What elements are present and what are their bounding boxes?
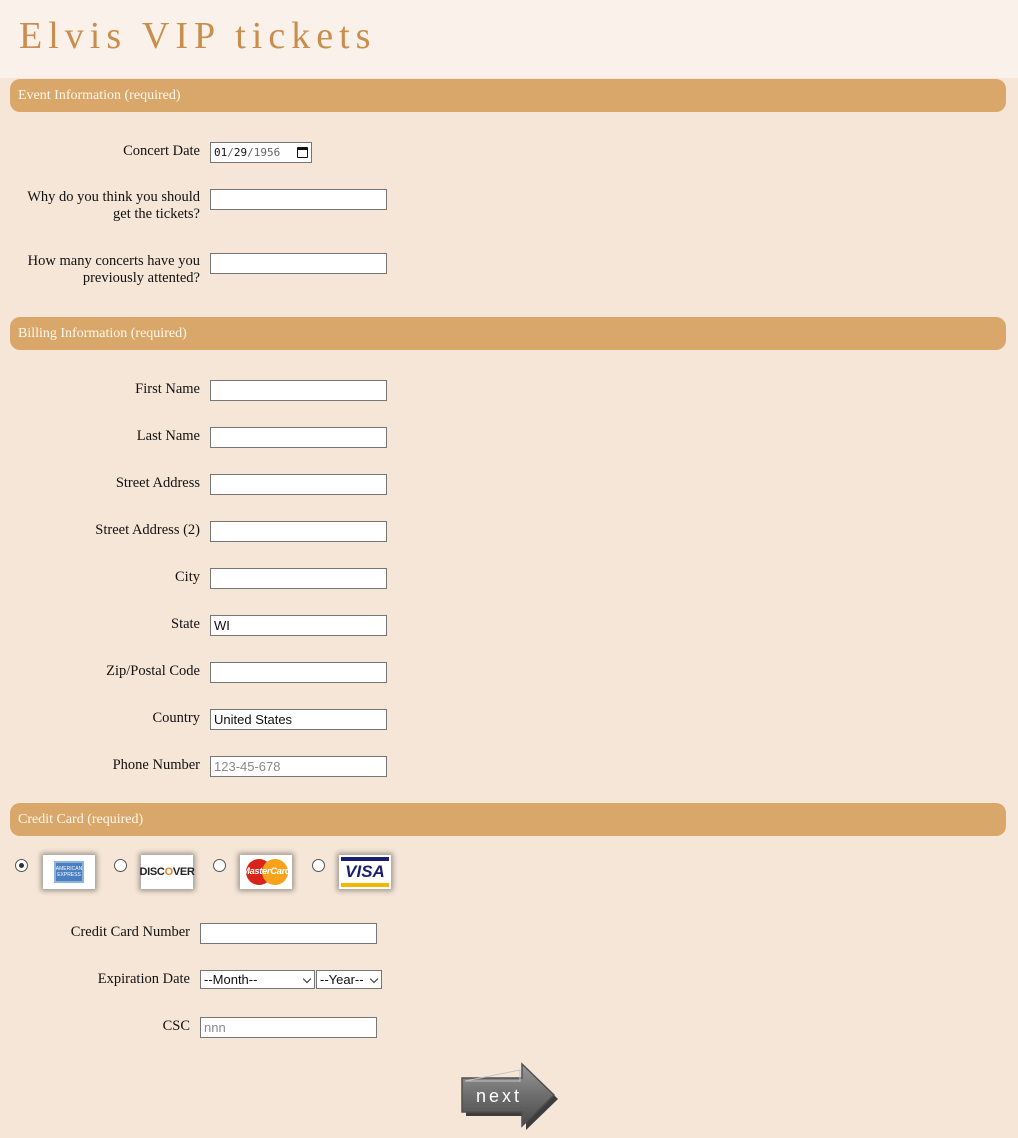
- chevron-down-icon: [302, 974, 312, 984]
- card-number-input[interactable]: [200, 923, 377, 944]
- section-header-billing: Billing Information (required): [10, 317, 1006, 350]
- expiration-month-select[interactable]: --Month--: [200, 970, 315, 989]
- csc-input[interactable]: [200, 1017, 377, 1038]
- concert-date-year: 1956: [253, 146, 281, 159]
- page-header: Elvis VIP tickets: [0, 0, 1018, 78]
- mastercard-card-icon[interactable]: MasterCard: [240, 855, 292, 889]
- chevron-down-icon: [369, 974, 379, 984]
- section-header-credit: Credit Card (required): [10, 803, 1006, 836]
- card-radio-amex[interactable]: [15, 859, 28, 872]
- last-name-label: Last Name: [136, 428, 200, 444]
- city-label: City: [175, 569, 200, 585]
- street-address-label: Street Address: [115, 475, 200, 491]
- city-input[interactable]: [210, 568, 387, 589]
- phone-label: Phone Number: [112, 757, 200, 773]
- why-tickets-label-line1: Why do you think you should: [27, 189, 200, 205]
- card-radio-mastercard[interactable]: [213, 859, 226, 872]
- visa-card-icon[interactable]: VISA: [339, 855, 391, 889]
- last-name-input[interactable]: [210, 427, 387, 448]
- concert-date-input[interactable]: 01/29/1956: [210, 142, 312, 163]
- next-button-label: next: [476, 1086, 523, 1106]
- page-title: Elvis VIP tickets: [19, 15, 377, 57]
- amex-card-icon[interactable]: AMERICAN EXPRESS: [43, 855, 95, 889]
- state-input[interactable]: [210, 615, 387, 636]
- why-tickets-input[interactable]: [210, 189, 387, 210]
- section-header-event: Event Information (required): [10, 79, 1006, 112]
- amex-card-text: AMERICAN EXPRESS: [54, 861, 84, 883]
- why-tickets-label: Why do you think you should get the tick…: [20, 189, 200, 223]
- concert-date-day: 29: [233, 146, 248, 159]
- concert-date-label: Concert Date: [123, 143, 200, 159]
- expiration-year-select[interactable]: --Year--: [316, 970, 382, 989]
- concerts-attended-input[interactable]: [210, 253, 387, 274]
- why-tickets-label-line2: get the tickets?: [113, 206, 200, 222]
- concert-date-month: 01: [214, 146, 228, 159]
- street-address-input[interactable]: [210, 474, 387, 495]
- phone-input[interactable]: [210, 756, 387, 777]
- state-label: State: [171, 616, 200, 632]
- concerts-attended-label-line2: previously attented?: [82, 270, 200, 286]
- card-radio-discover[interactable]: [114, 859, 127, 872]
- mastercard-card-text: MasterCard: [242, 866, 291, 877]
- zip-label: Zip/Postal Code: [106, 663, 200, 679]
- country-label: Country: [152, 710, 200, 726]
- first-name-label: First Name: [135, 381, 200, 397]
- discover-card-icon[interactable]: DISCOVER: [139, 855, 195, 889]
- calendar-icon[interactable]: [297, 147, 308, 158]
- concerts-attended-label: How many concerts have you previously at…: [20, 253, 200, 287]
- expiration-year-value: --Year--: [320, 972, 364, 987]
- visa-card-text: VISA: [341, 857, 389, 887]
- country-input[interactable]: [210, 709, 387, 730]
- concerts-attended-label-line1: How many concerts have you: [27, 253, 200, 269]
- street-address-2-input[interactable]: [210, 521, 387, 542]
- zip-input[interactable]: [210, 662, 387, 683]
- next-button[interactable]: next: [460, 1062, 560, 1132]
- card-radio-visa[interactable]: [312, 859, 325, 872]
- csc-label: CSC: [162, 1018, 190, 1034]
- expiration-label: Expiration Date: [97, 971, 190, 987]
- card-number-label: Credit Card Number: [70, 924, 190, 940]
- street-address-2-label: Street Address (2): [95, 522, 200, 538]
- expiration-month-value: --Month--: [204, 972, 258, 987]
- discover-card-text: DISCOVER: [139, 866, 195, 878]
- first-name-input[interactable]: [210, 380, 387, 401]
